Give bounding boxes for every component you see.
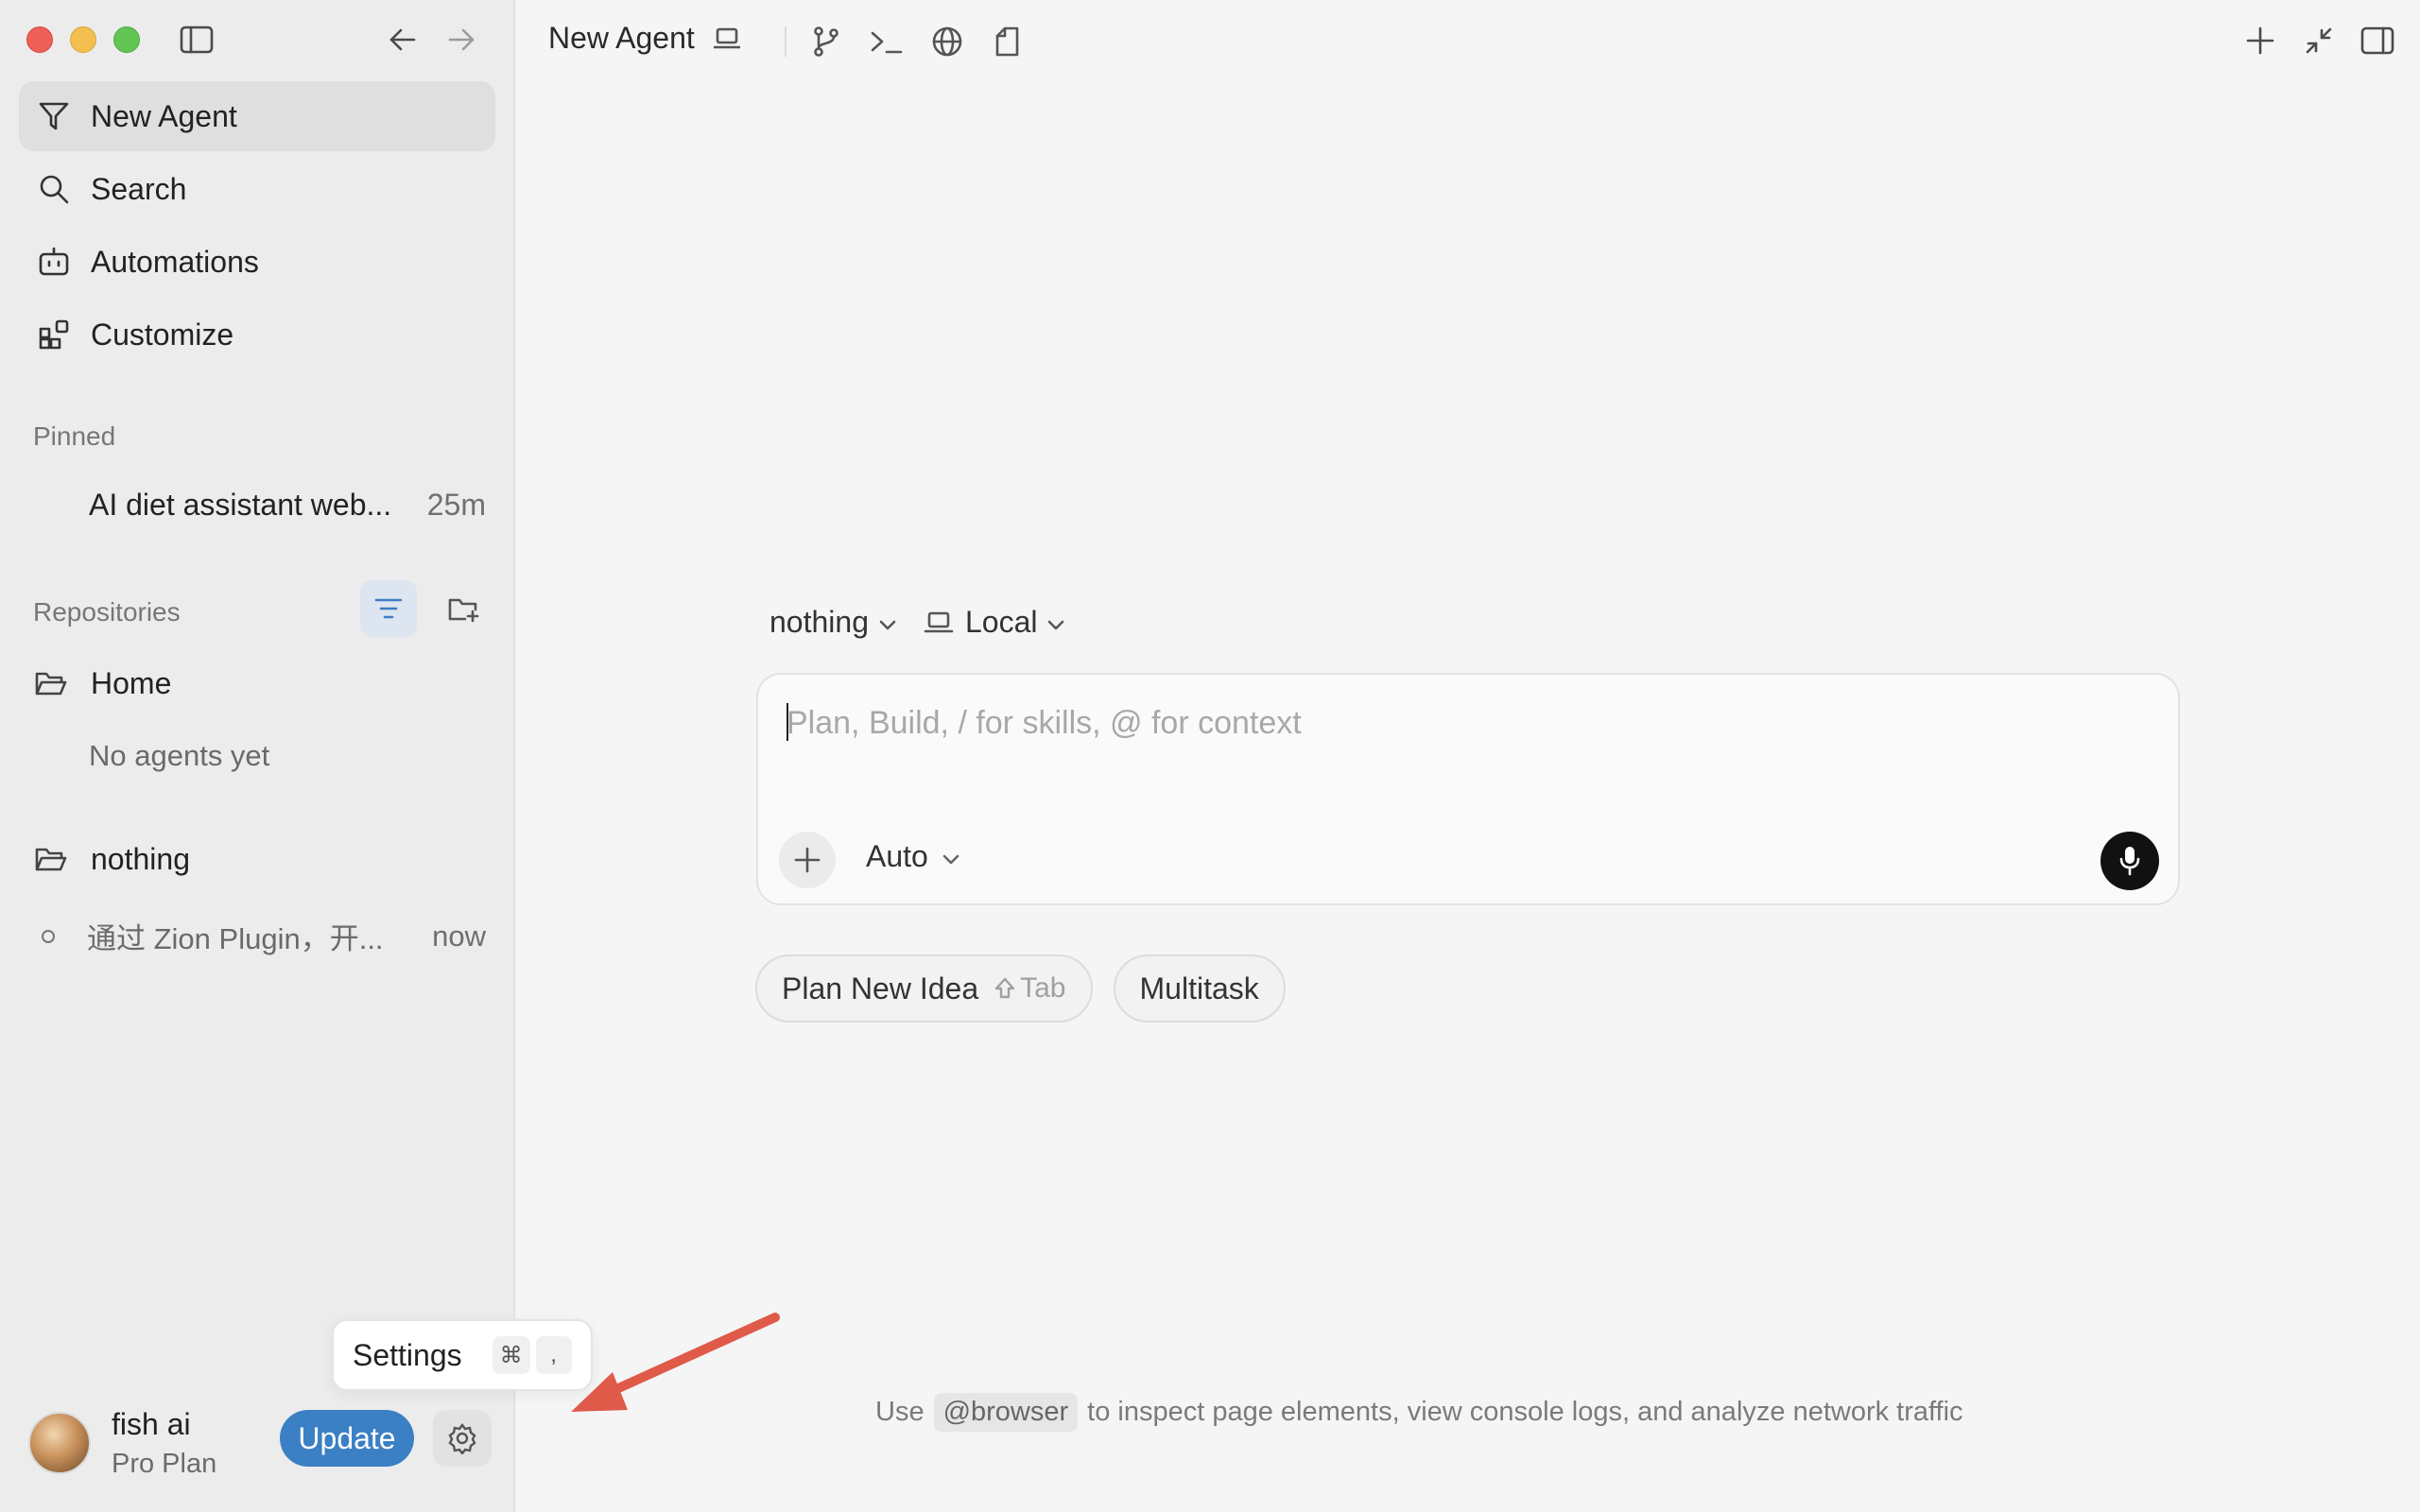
filter-icon[interactable]: [360, 580, 417, 637]
chevron-down-icon: [878, 605, 897, 640]
window-actions: [2238, 19, 2399, 62]
laptop-icon: [712, 26, 742, 51]
user-profile[interactable]: fish ai Pro Plan: [28, 1403, 216, 1483]
repo-name: Home: [91, 665, 172, 700]
location-select[interactable]: Local: [924, 605, 1066, 640]
topbar-tools: [781, 21, 1047, 62]
add-attachment-button[interactable]: [779, 832, 836, 888]
mode-value: Auto: [866, 839, 928, 873]
laptop-icon: [924, 610, 954, 635]
settings-button[interactable]: [433, 1410, 492, 1467]
plan-new-idea-chip[interactable]: Plan New Idea Tab: [755, 954, 1093, 1022]
window-controls: [26, 26, 140, 53]
forward-arrow-icon[interactable]: [442, 23, 480, 57]
tip-code: @browser: [933, 1393, 1079, 1432]
prompt-composer: Auto: [756, 673, 2180, 905]
nav-customize[interactable]: Customize: [19, 300, 495, 369]
globe-icon[interactable]: [926, 21, 968, 62]
repo-actions: [360, 580, 493, 637]
chip-label: Multitask: [1139, 971, 1259, 1005]
grid-plus-icon: [36, 317, 72, 352]
nav-label: New Agent: [91, 98, 237, 133]
user-name: fish ai: [112, 1407, 191, 1441]
composer-selectors: nothing Local: [769, 605, 1092, 640]
nav-new-agent[interactable]: New Agent: [19, 81, 495, 151]
right-panel-icon[interactable]: [2356, 19, 2399, 62]
mode-select[interactable]: Auto: [866, 839, 960, 874]
microphone-icon: [2119, 847, 2140, 876]
tip-suffix: to inspect page elements, view console l…: [1087, 1397, 1963, 1427]
chevron-down-icon: [1046, 605, 1065, 640]
close-window-button[interactable]: [26, 26, 53, 53]
repo-nothing[interactable]: nothing: [34, 841, 190, 877]
minimize-window-button[interactable]: [70, 26, 96, 53]
toggle-sidebar-icon[interactable]: [176, 23, 217, 57]
avatar: [28, 1412, 91, 1474]
new-folder-icon[interactable]: [436, 580, 493, 637]
location-value: Local: [964, 605, 1038, 639]
sidebar: New Agent Search Automations Customize P…: [0, 0, 515, 1512]
chevron-down-icon: [942, 839, 960, 874]
microphone-button[interactable]: [2100, 832, 2159, 890]
nav-search[interactable]: Search: [19, 154, 495, 224]
repo-home[interactable]: Home: [34, 665, 171, 701]
folder-open-icon: [34, 841, 70, 877]
plus-icon: [794, 847, 821, 873]
folder-open-icon: [34, 665, 70, 701]
pinned-section-label: Pinned: [33, 421, 116, 451]
pinned-item-title: AI diet assistant web...: [89, 488, 392, 522]
settings-tooltip: Settings ⌘ ,: [332, 1319, 593, 1391]
agent-title: 通过 Zion Plugin，开...: [87, 922, 384, 955]
divider: [785, 26, 786, 57]
pinned-item[interactable]: AI diet assistant web... 25m: [89, 488, 486, 523]
user-plan: Pro Plan: [112, 1449, 217, 1479]
footer-tip: Use @browser to inspect page elements, v…: [875, 1393, 1963, 1432]
page-title: New Agent: [548, 21, 742, 56]
shortcut-hint: Tab: [994, 972, 1066, 1005]
sidebar-nav: New Agent Search Automations Customize: [19, 81, 495, 372]
repo-name: nothing: [91, 841, 190, 876]
plus-icon[interactable]: [2238, 19, 2282, 62]
page-title-text: New Agent: [548, 21, 695, 55]
repositories-section-label: Repositories: [33, 597, 181, 627]
nav-label: Customize: [91, 317, 234, 352]
pinned-item-time: 25m: [426, 488, 486, 522]
workspace-value: nothing: [769, 605, 869, 639]
prompt-input[interactable]: [786, 699, 2110, 747]
no-agents-text: No agents yet: [89, 739, 270, 772]
back-arrow-icon[interactable]: [384, 23, 422, 57]
update-button[interactable]: Update: [280, 1410, 414, 1467]
shift-icon: [994, 977, 1015, 999]
terminal-icon[interactable]: [866, 21, 908, 62]
git-branch-icon[interactable]: [805, 21, 847, 62]
nav-automations[interactable]: Automations: [19, 227, 495, 297]
send-icon: [36, 98, 72, 134]
suggestion-chips: Plan New Idea Tab Multitask: [755, 954, 1286, 1022]
nav-label: Search: [91, 171, 187, 206]
agent-item[interactable]: 通过 Zion Plugin，开... now: [42, 915, 486, 957]
gear-icon: [448, 1423, 476, 1454]
workspace-select[interactable]: nothing: [769, 605, 897, 640]
nav-label: Automations: [91, 244, 259, 279]
file-icon[interactable]: [987, 21, 1028, 62]
search-icon: [36, 171, 72, 207]
status-circle-icon: [42, 929, 55, 943]
chip-label: Plan New Idea: [782, 971, 979, 1005]
app-window: New Agent Search Automations Customize P…: [0, 0, 2420, 1512]
collapse-icon[interactable]: [2297, 19, 2341, 62]
zoom-window-button[interactable]: [113, 26, 140, 53]
annotation-arrow: [571, 1313, 780, 1412]
shortcut-hint-text: Tab: [1020, 972, 1066, 1004]
robot-icon: [36, 244, 72, 280]
multitask-chip[interactable]: Multitask: [1113, 954, 1286, 1022]
shortcut-key: ⌘: [492, 1336, 530, 1374]
tooltip-label: Settings: [353, 1337, 462, 1372]
tip-prefix: Use: [875, 1397, 925, 1427]
agent-time: now: [432, 919, 486, 953]
